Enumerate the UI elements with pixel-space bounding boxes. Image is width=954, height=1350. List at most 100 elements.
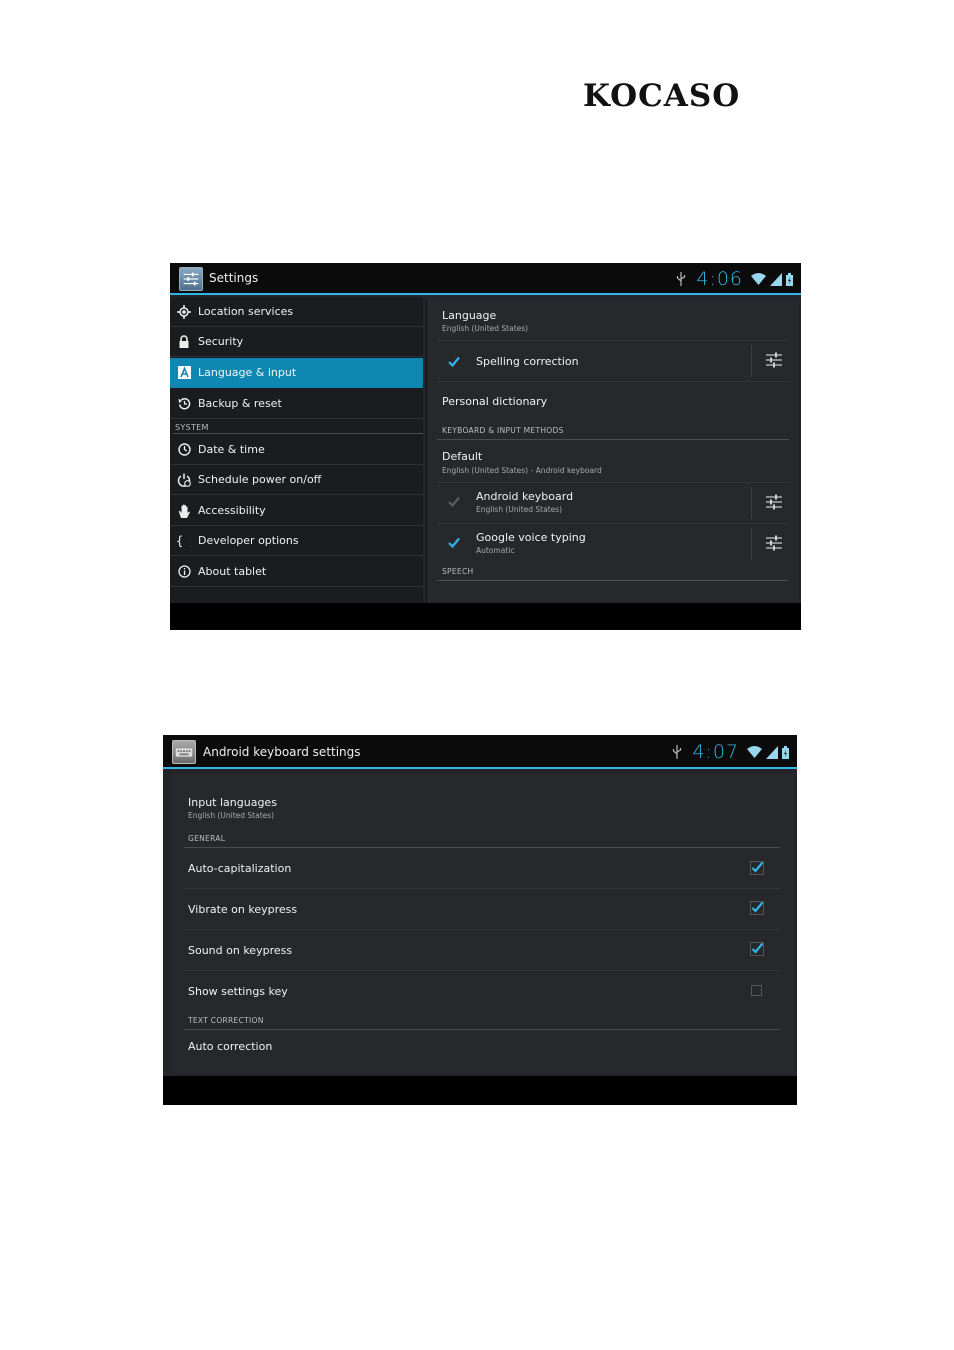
voice-typing-summary: Automatic: [476, 546, 515, 555]
keyboard-app-icon[interactable]: [172, 740, 196, 764]
default-row[interactable]: Default English (United States) - Androi…: [427, 440, 799, 482]
nav-label: About tablet: [198, 565, 267, 578]
vibrate-on-keypress-title: Vibrate on keypress: [188, 903, 298, 916]
keyboard-settings-screenshot: Android keyboard settings 4:07 Input lan…: [163, 735, 797, 1105]
language-input-panel: Language English (United States) Spellin…: [426, 299, 799, 602]
system-nav-bar: [163, 1076, 797, 1105]
auto-capitalization-title: Auto-capitalization: [188, 862, 292, 875]
nav-label: Schedule power on/off: [198, 473, 322, 486]
svg-text:{ }: { }: [176, 534, 192, 547]
auto-correction-row[interactable]: Auto correction: [172, 1030, 794, 1073]
section-header-system: SYSTEM: [175, 423, 209, 432]
default-title: Default: [442, 450, 483, 463]
wifi-icon: [747, 745, 762, 758]
auto-capitalization-row[interactable]: Auto-capitalization: [172, 848, 794, 888]
nav-label: Location services: [198, 305, 294, 318]
vertical-divider: [751, 345, 752, 377]
braces-icon: { }: [170, 526, 198, 556]
language-title: Language: [442, 309, 497, 322]
keyboard-settings-panel: Input languages English (United States) …: [172, 773, 794, 1073]
section-divider: [437, 580, 789, 581]
input-languages-summary: English (United States): [188, 811, 275, 820]
backup-icon: [170, 389, 198, 419]
personal-dictionary-row[interactable]: Personal dictionary: [427, 382, 799, 420]
lock-icon: [170, 327, 198, 357]
usb-icon: [673, 745, 682, 759]
nav-item-accessibility[interactable]: Accessibility: [170, 496, 423, 526]
battery-icon: [782, 745, 789, 759]
section-header-keyboard: KEYBOARD & INPUT METHODS: [442, 426, 564, 435]
nav-item-security[interactable]: Security: [170, 327, 423, 357]
action-bar: Android keyboard settings 4:07: [163, 735, 797, 769]
nav-item-backup-reset[interactable]: Backup & reset: [170, 389, 423, 419]
language-summary: English (United States): [442, 324, 529, 333]
vertical-divider: [751, 487, 752, 519]
status-clock: 4:07: [692, 741, 739, 763]
language-icon: [170, 358, 198, 388]
show-settings-key-row[interactable]: Show settings key: [172, 971, 794, 1011]
nav-label: Backup & reset: [198, 397, 282, 410]
settings-tune-icon[interactable]: [765, 535, 783, 551]
settings-screenshot: Settings 4:06 Location services Security…: [170, 263, 801, 630]
location-icon: [170, 297, 198, 327]
nav-label: Security: [198, 335, 244, 348]
sound-on-keypress-checkbox[interactable]: [750, 942, 764, 956]
sound-on-keypress-title: Sound on keypress: [188, 944, 293, 957]
nav-item-date-time[interactable]: Date & time: [170, 435, 423, 465]
nav-item-about-tablet[interactable]: About tablet: [170, 557, 423, 587]
nav-item-location-services[interactable]: Location services: [170, 297, 423, 327]
vibrate-on-keypress-row[interactable]: Vibrate on keypress: [172, 889, 794, 929]
voice-typing-row[interactable]: Google voice typing Automatic: [427, 524, 749, 564]
status-bar: 4:06: [676, 267, 793, 291]
signal-icon: [766, 745, 778, 759]
spelling-correction-row[interactable]: Spelling correction: [427, 341, 749, 381]
vertical-divider: [751, 528, 752, 560]
usb-icon: [677, 272, 686, 286]
status-clock: 4:06: [696, 268, 743, 290]
spelling-checkbox[interactable]: [447, 355, 461, 369]
settings-app-icon[interactable]: [179, 267, 203, 291]
android-keyboard-title: Android keyboard: [476, 490, 574, 503]
language-row[interactable]: Language English (United States): [427, 299, 799, 339]
android-keyboard-summary: English (United States): [476, 505, 563, 514]
section-header-text-correction: TEXT CORRECTION: [188, 1016, 264, 1025]
section-header-speech: SPEECH: [442, 567, 474, 576]
auto-correction-title: Auto correction: [188, 1040, 273, 1053]
nav-label: Language & input: [198, 366, 297, 379]
android-keyboard-row[interactable]: Android keyboard English (United States): [427, 483, 749, 523]
settings-tune-icon[interactable]: [765, 352, 783, 368]
nav-item-schedule-power[interactable]: Schedule power on/off: [170, 465, 423, 495]
settings-tune-icon[interactable]: [765, 494, 783, 510]
nav-item-developer-options[interactable]: { } Developer options: [170, 526, 423, 556]
signal-icon: [770, 272, 782, 286]
nav-label: Date & time: [198, 443, 265, 456]
info-icon: [170, 557, 198, 587]
nav-label: Accessibility: [198, 504, 266, 517]
clock-icon: [170, 435, 198, 465]
settings-nav: Location services Security Language & in…: [170, 297, 423, 603]
show-settings-key-title: Show settings key: [188, 985, 288, 998]
vibrate-on-keypress-checkbox[interactable]: [750, 901, 764, 915]
status-bar: 4:07: [672, 740, 789, 764]
auto-capitalization-checkbox[interactable]: [750, 861, 764, 875]
default-summary: English (United States) - Android keyboa…: [442, 466, 602, 475]
personal-dictionary-title: Personal dictionary: [442, 395, 548, 408]
section-divider: [173, 433, 423, 434]
nav-label: Developer options: [198, 534, 299, 547]
battery-icon: [786, 272, 793, 286]
app-title: Settings: [209, 271, 259, 285]
nav-item-language-input[interactable]: Language & input: [170, 358, 423, 388]
input-languages-row[interactable]: Input languages English (United States): [172, 783, 794, 821]
input-languages-title: Input languages: [188, 796, 277, 809]
sound-on-keypress-row[interactable]: Sound on keypress: [172, 930, 794, 970]
voice-typing-title: Google voice typing: [476, 531, 586, 544]
kocaso-logo: KOCASO: [583, 78, 741, 114]
show-settings-key-checkbox[interactable]: [751, 985, 762, 996]
hand-icon: [170, 496, 198, 526]
spelling-title: Spelling correction: [476, 355, 579, 368]
voice-typing-checkbox[interactable]: [447, 536, 461, 550]
power-schedule-icon: [170, 465, 198, 495]
wifi-icon: [751, 272, 766, 285]
app-title: Android keyboard settings: [203, 745, 361, 759]
system-nav-bar: [170, 603, 801, 630]
